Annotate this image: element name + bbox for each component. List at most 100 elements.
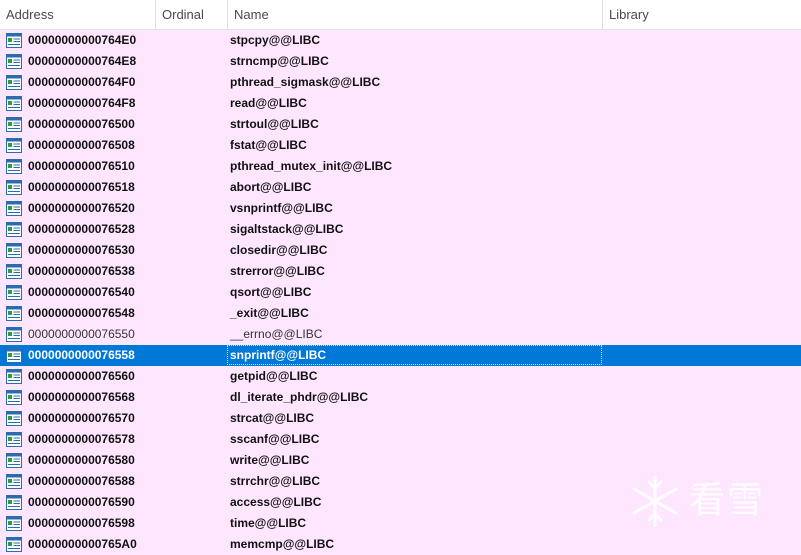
- name-cell: strncmp@@LIBC: [230, 54, 329, 68]
- table-row[interactable]: 00000000000764E8 strncmp@@LIBC: [0, 51, 801, 72]
- table-row[interactable]: 0000000000076590 access@@LIBC: [0, 492, 801, 513]
- table-row[interactable]: 00000000000764F8 read@@LIBC: [0, 93, 801, 114]
- name-cell: dl_iterate_phdr@@LIBC: [230, 390, 369, 404]
- table-row[interactable]: 0000000000076578 sscanf@@LIBC: [0, 429, 801, 450]
- address-cell: 0000000000076530: [28, 243, 135, 257]
- name-cell: access@@LIBC: [230, 495, 322, 509]
- address-cell: 0000000000076590: [28, 495, 135, 509]
- table-row[interactable]: 0000000000076580 write@@LIBC: [0, 450, 801, 471]
- function-icon: [6, 327, 22, 342]
- name-cell: strrchr@@LIBC: [230, 474, 321, 488]
- function-icon: [6, 285, 22, 300]
- name-cell: getpid@@LIBC: [230, 369, 318, 383]
- address-cell: 00000000000764E0: [28, 33, 137, 47]
- name-cell: write@@LIBC: [230, 453, 310, 467]
- name-cell: abort@@LIBC: [230, 180, 312, 194]
- address-cell: 00000000000764E8: [28, 54, 137, 68]
- name-cell: pthread_mutex_init@@LIBC: [230, 159, 393, 173]
- address-cell: 0000000000076548: [28, 306, 135, 320]
- function-icon: [6, 453, 22, 468]
- address-cell: 0000000000076538: [28, 264, 135, 278]
- table-body: 00000000000764E0 stpcpy@@LIBC 000000000007…: [0, 30, 801, 555]
- table-row[interactable]: 00000000000764E0 stpcpy@@LIBC: [0, 30, 801, 51]
- function-icon: [6, 306, 22, 321]
- address-cell: 0000000000076528: [28, 222, 135, 236]
- function-icon: [6, 537, 22, 552]
- name-cell: memcmp@@LIBC: [230, 537, 335, 551]
- address-cell: 0000000000076508: [28, 138, 135, 152]
- function-icon: [6, 474, 22, 489]
- name-cell: closedir@@LIBC: [230, 243, 328, 257]
- address-cell: 0000000000076558: [28, 348, 135, 362]
- address-cell: 0000000000076598: [28, 516, 135, 530]
- name-cell: vsnprintf@@LIBC: [230, 201, 333, 215]
- table-row[interactable]: 00000000000765A0 memcmp@@LIBC: [0, 534, 801, 555]
- table-row[interactable]: 0000000000076598 time@@LIBC: [0, 513, 801, 534]
- table-row[interactable]: 0000000000076508 fstat@@LIBC: [0, 135, 801, 156]
- column-header-ordinal[interactable]: Ordinal: [156, 0, 228, 29]
- table-row[interactable]: 0000000000076560 getpid@@LIBC: [0, 366, 801, 387]
- name-cell: qsort@@LIBC: [230, 285, 312, 299]
- column-header-library[interactable]: Library: [603, 0, 801, 29]
- table-row[interactable]: 00000000000764F0 pthread_sigmask@@LIBC: [0, 72, 801, 93]
- function-icon: [6, 201, 22, 216]
- function-icon: [6, 138, 22, 153]
- name-cell: snprintf@@LIBC: [230, 348, 327, 362]
- function-icon: [6, 264, 22, 279]
- table-row[interactable]: 0000000000076568 dl_iterate_phdr@@LIBC: [0, 387, 801, 408]
- exports-table: Address Ordinal Name Library 00000000000…: [0, 0, 801, 555]
- table-row[interactable]: 0000000000076558 snprintf@@LIBC: [0, 345, 801, 366]
- name-cell: time@@LIBC: [230, 516, 307, 530]
- function-icon: [6, 432, 22, 447]
- table-row[interactable]: 0000000000076540 qsort@@LIBC: [0, 282, 801, 303]
- function-icon: [6, 180, 22, 195]
- address-cell: 00000000000764F0: [28, 75, 136, 89]
- function-icon: [6, 411, 22, 426]
- name-cell: _exit@@LIBC: [230, 306, 309, 320]
- function-icon: [6, 96, 22, 111]
- name-cell: strcat@@LIBC: [230, 411, 315, 425]
- function-icon: [6, 75, 22, 90]
- table-row[interactable]: 0000000000076588 strrchr@@LIBC: [0, 471, 801, 492]
- address-cell: 00000000000764F8: [28, 96, 136, 110]
- table-row[interactable]: 0000000000076510 pthread_mutex_init@@LIBC: [0, 156, 801, 177]
- table-row[interactable]: 0000000000076570 strcat@@LIBC: [0, 408, 801, 429]
- address-cell: 0000000000076550: [28, 327, 135, 341]
- address-cell: 0000000000076568: [28, 390, 135, 404]
- function-icon: [6, 243, 22, 258]
- table-row[interactable]: 0000000000076530 closedir@@LIBC: [0, 240, 801, 261]
- name-cell: pthread_sigmask@@LIBC: [230, 75, 381, 89]
- function-icon: [6, 348, 22, 363]
- name-cell: fstat@@LIBC: [230, 138, 307, 152]
- function-icon: [6, 495, 22, 510]
- name-cell: strerror@@LIBC: [230, 264, 325, 278]
- address-cell: 0000000000076580: [28, 453, 135, 467]
- address-cell: 0000000000076560: [28, 369, 135, 383]
- table-row[interactable]: 0000000000076518 abort@@LIBC: [0, 177, 801, 198]
- address-cell: 0000000000076518: [28, 180, 135, 194]
- address-cell: 0000000000076588: [28, 474, 135, 488]
- name-cell: sscanf@@LIBC: [230, 432, 320, 446]
- function-icon: [6, 33, 22, 48]
- address-cell: 0000000000076540: [28, 285, 135, 299]
- function-icon: [6, 117, 22, 132]
- table-header: Address Ordinal Name Library: [0, 0, 801, 30]
- table-row[interactable]: 0000000000076550 __errno@@LIBC: [0, 324, 801, 345]
- name-cell: stpcpy@@LIBC: [230, 33, 321, 47]
- function-icon: [6, 54, 22, 69]
- function-icon: [6, 369, 22, 384]
- table-row[interactable]: 0000000000076500 strtoul@@LIBC: [0, 114, 801, 135]
- table-row[interactable]: 0000000000076520 vsnprintf@@LIBC: [0, 198, 801, 219]
- function-icon: [6, 516, 22, 531]
- function-icon: [6, 222, 22, 237]
- column-header-name[interactable]: Name: [228, 0, 603, 29]
- column-header-address[interactable]: Address: [0, 0, 156, 29]
- address-cell: 0000000000076578: [28, 432, 135, 446]
- address-cell: 00000000000765A0: [28, 537, 137, 551]
- table-row[interactable]: 0000000000076538 strerror@@LIBC: [0, 261, 801, 282]
- table-row[interactable]: 0000000000076528 sigaltstack@@LIBC: [0, 219, 801, 240]
- address-cell: 0000000000076570: [28, 411, 135, 425]
- table-row[interactable]: 0000000000076548 _exit@@LIBC: [0, 303, 801, 324]
- name-cell: __errno@@LIBC: [230, 327, 323, 341]
- address-cell: 0000000000076520: [28, 201, 135, 215]
